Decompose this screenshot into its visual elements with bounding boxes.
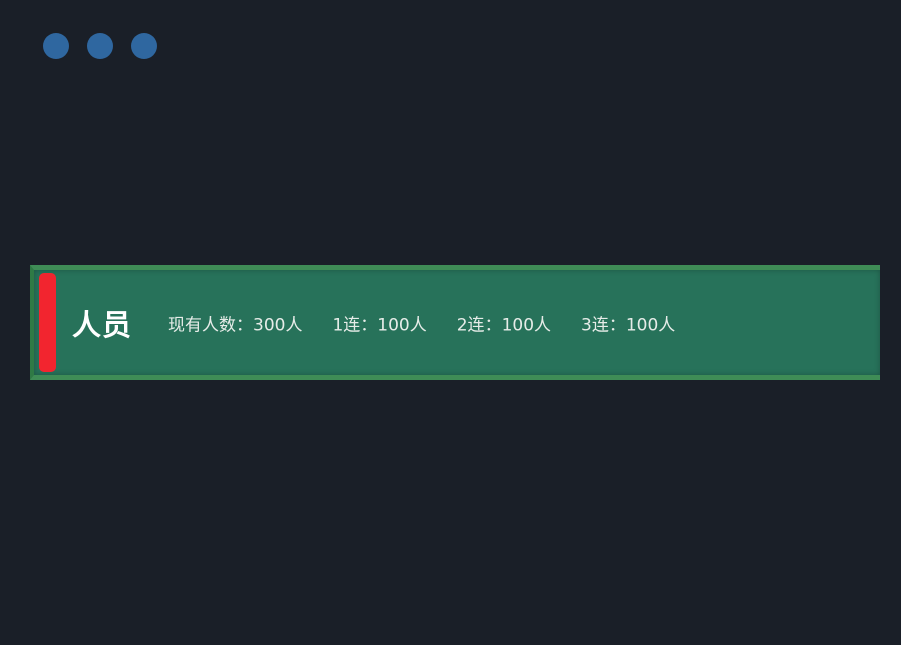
window-dot-3[interactable] [131, 33, 157, 59]
window-controls [43, 33, 157, 59]
stat-separator: ： [360, 315, 378, 335]
stat-separator: ： [484, 315, 502, 335]
stat-label: 现有人数 [168, 315, 236, 335]
personnel-banner: 人员 现有人数： 300人 1连： 100人 2连： 100人 3连： 100人 [30, 265, 880, 380]
stat-separator: ： [236, 315, 253, 335]
personnel-stats: 现有人数： 300人 1连： 100人 2连： 100人 3连： 100人 [168, 310, 675, 335]
stat-value: 100人 [377, 315, 427, 335]
banner-title: 人员 [72, 307, 133, 342]
stat-value: 300人 [253, 315, 303, 335]
stat-value: 100人 [501, 315, 552, 335]
stat-separator: ： [608, 315, 626, 335]
stat-label: 1连 [332, 315, 361, 335]
stat-total: 现有人数： 300人 [168, 310, 302, 335]
stat-company-3: 3连： 100人 [581, 310, 675, 335]
stat-company-2: 2连： 100人 [457, 310, 551, 335]
stat-label: 2连 [456, 315, 485, 335]
stat-company-1: 1连： 100人 [332, 310, 426, 335]
accent-bar [39, 273, 56, 372]
window-dot-1[interactable] [43, 33, 69, 59]
window-dot-2[interactable] [87, 33, 113, 59]
stat-value: 100人 [625, 315, 676, 335]
stat-label: 3连 [581, 315, 609, 335]
